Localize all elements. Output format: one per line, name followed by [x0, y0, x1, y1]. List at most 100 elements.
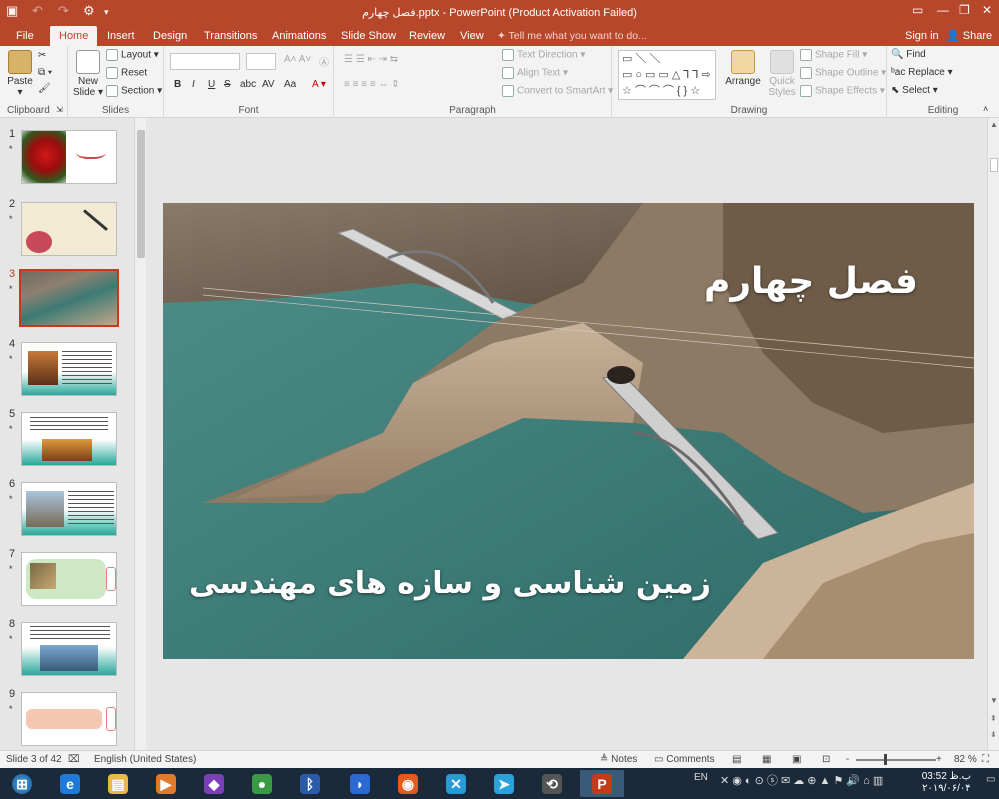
tray-icons[interactable]: ✕ ◉ ◐ ⊙ ⓢ ✉ ☁ ⊕ ▲ ⚑ 🔊 ⌂ ▥ — [720, 772, 883, 788]
ie-app[interactable]: e — [48, 770, 92, 797]
shape-outline-button[interactable]: Shape Outline ▾ — [800, 67, 886, 79]
tab-slide-show[interactable]: Slide Show — [333, 26, 404, 46]
language-indicator[interactable]: English (United States) — [94, 754, 196, 765]
select-button[interactable]: ⬉ Select ▾ — [891, 85, 938, 96]
fit-slide-icon[interactable]: ⛶ — [982, 754, 989, 765]
thumbnail-scrollbar[interactable] — [134, 118, 146, 750]
input-language[interactable]: EN — [694, 772, 708, 783]
close-icon[interactable]: ✕ — [982, 3, 992, 17]
slide-thumbnail-8[interactable] — [21, 622, 117, 676]
slide-thumbnail-2[interactable] — [21, 202, 117, 256]
powerpoint-app[interactable]: P — [580, 770, 624, 797]
notification-icon[interactable]: ▭ — [986, 774, 995, 785]
find-button[interactable]: 🔍 Find — [891, 49, 926, 60]
previous-slide-icon[interactable]: ⇞ — [990, 714, 997, 723]
font-size-input[interactable] — [246, 53, 276, 70]
zoom-slider[interactable] — [856, 759, 936, 761]
bluetooth-app[interactable]: ᛒ — [288, 770, 332, 797]
zoom-slider-thumb[interactable] — [884, 754, 887, 765]
notes-button[interactable]: ≜ Notes — [600, 754, 637, 765]
italic-button[interactable]: I — [192, 79, 195, 90]
slide-thumbnail-7[interactable] — [21, 552, 117, 606]
copy-icon[interactable]: ⧉ ▾ — [38, 67, 52, 78]
start-button[interactable]: ⊞ — [0, 770, 44, 797]
spellcheck-icon[interactable]: ⌧ — [68, 754, 80, 765]
tab-animations[interactable]: Animations — [264, 26, 334, 46]
grow-font-icon[interactable]: A˄ A˅ — [284, 54, 311, 65]
cut-icon[interactable]: ✂ — [38, 50, 46, 61]
text-direction-button[interactable]: Text Direction ▾ — [502, 49, 585, 61]
tab-transitions[interactable]: Transitions — [196, 26, 265, 46]
tell-me-search[interactable]: ✦ Tell me what you want to do... — [497, 26, 647, 46]
align-text-button[interactable]: Align Text ▾ — [502, 67, 568, 79]
section-button[interactable]: Section ▾ — [106, 85, 162, 97]
text-shadow-button[interactable]: abc — [240, 79, 256, 90]
bullets-icon[interactable]: ☰ ☰ ⇤ ⇥ ⇆ — [344, 54, 398, 65]
slide-sorter-icon[interactable]: ▦ — [762, 754, 771, 765]
arrange-button[interactable]: Arrange — [724, 50, 762, 87]
system-clock[interactable]: 03:52 ب.ظ ۲۰۱۹/۰۶/۰۴ — [922, 771, 971, 795]
bold-button[interactable]: B — [174, 79, 181, 90]
font-name-input[interactable] — [170, 53, 240, 70]
next-slide-icon[interactable]: ⇟ — [990, 730, 997, 739]
canvas-scrollbar-thumb[interactable] — [990, 158, 998, 172]
font-color-icon[interactable]: A ▾ — [312, 79, 326, 90]
change-case-button[interactable]: Aa — [284, 79, 296, 90]
slide-subtitle[interactable]: زمین شناسی و سازه های مهندسی — [189, 566, 711, 601]
quick-styles-button[interactable]: Quick Styles — [764, 50, 800, 98]
slideshow-icon[interactable]: ⊡ — [822, 754, 830, 765]
reading-view-icon[interactable]: ▣ — [792, 754, 801, 765]
tab-home[interactable]: Home — [50, 26, 98, 46]
shape-fill-button[interactable]: Shape Fill ▾ — [800, 49, 867, 61]
layout-button[interactable]: Layout ▾ — [106, 49, 159, 61]
zoom-level[interactable]: 82 % — [954, 754, 977, 765]
minimize-icon[interactable]: — — [937, 3, 949, 17]
canvas-scrollbar[interactable]: ▲ ▼ ⇞ ⇟ — [987, 118, 999, 750]
slide-thumbnail-6[interactable] — [21, 482, 117, 536]
replace-button[interactable]: ᵇac Replace ▾ — [891, 67, 953, 78]
strikethrough-button[interactable]: S — [224, 79, 231, 90]
tab-review[interactable]: Review — [401, 26, 453, 46]
underline-button[interactable]: U — [208, 79, 215, 90]
convert-smartart-button[interactable]: Convert to SmartArt ▾ — [502, 85, 613, 97]
slide-thumbnail-9[interactable] — [21, 692, 117, 746]
shape-effects-button[interactable]: Shape Effects ▾ — [800, 85, 885, 97]
char-spacing-button[interactable]: AV — [262, 79, 275, 90]
shapes-gallery[interactable]: ▭＼＼▭○▭▭△⅂⅂⇨⇩▭{}☆⌒⌒⌒{}☆ — [618, 50, 716, 100]
tab-insert[interactable]: Insert — [99, 26, 143, 46]
slide-thumbnail-4[interactable] — [21, 342, 117, 396]
clear-formatting-icon[interactable]: Ⓐ — [319, 54, 329, 69]
scroll-down-icon[interactable]: ▼ — [990, 696, 998, 705]
ribbon-display-icon[interactable]: ▭ — [912, 3, 923, 17]
reset-button[interactable]: Reset — [106, 67, 147, 79]
thumbnail-scrollbar-thumb[interactable] — [137, 130, 145, 258]
slide-thumbnail-3[interactable] — [19, 269, 119, 327]
tab-design[interactable]: Design — [145, 26, 195, 46]
restore-icon[interactable]: ❐ — [959, 3, 970, 17]
file-explorer-app[interactable]: ▤ — [96, 770, 140, 797]
tab-view[interactable]: View — [452, 26, 492, 46]
tool-app[interactable]: ✕ — [434, 770, 478, 797]
scroll-up-icon[interactable]: ▲ — [990, 120, 998, 129]
align-icons[interactable]: ≡ ≡ ≡ ≡ ⇔ ⇕ — [344, 79, 400, 90]
slide-title[interactable]: فصل چهارم — [704, 261, 918, 302]
zoom-out-button[interactable]: - — [846, 754, 849, 765]
chrome-app[interactable]: ● — [240, 770, 284, 797]
current-slide[interactable]: فصل چهارم زمین شناسی و سازه های مهندسی — [163, 203, 974, 659]
clipboard-launcher-icon[interactable]: ⇲ — [56, 105, 63, 114]
telegram-app[interactable]: ➤ — [482, 770, 526, 797]
format-painter-icon[interactable]: 🖌 — [38, 83, 51, 94]
paste-button[interactable]: Paste ▾ — [5, 50, 35, 98]
sign-in-link[interactable]: Sign in — [905, 26, 939, 46]
firefox-app[interactable]: ◉ — [386, 770, 430, 797]
collapse-ribbon-icon[interactable]: ˄ — [983, 104, 988, 114]
tab-file[interactable]: File — [8, 26, 42, 46]
slide-thumbnail-5[interactable] — [21, 412, 117, 466]
visual-studio-app[interactable]: ◆ — [192, 770, 236, 797]
comments-button[interactable]: ▭ Comments — [654, 754, 715, 765]
zoom-in-button[interactable]: + — [936, 754, 942, 765]
normal-view-icon[interactable]: ▤ — [732, 754, 741, 765]
new-slide-button[interactable]: New Slide ▾ — [72, 50, 104, 98]
media-player-app[interactable]: ▶ — [144, 770, 188, 797]
defender-app[interactable]: ◗ — [338, 770, 382, 797]
